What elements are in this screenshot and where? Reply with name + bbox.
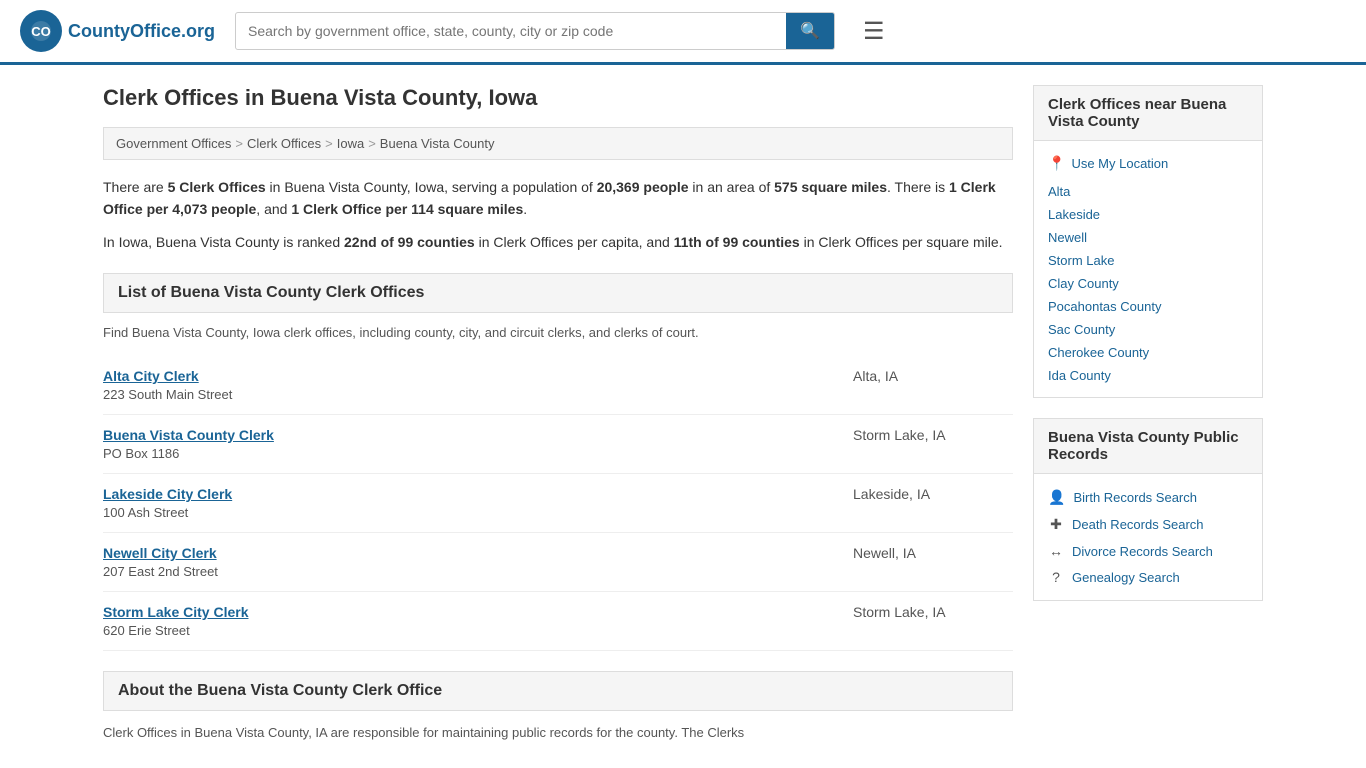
clerk-name-4[interactable]: Storm Lake City Clerk: [103, 604, 249, 620]
sidebar-link-lakeside[interactable]: Lakeside: [1048, 203, 1248, 226]
clerk-item-0: Alta City Clerk 223 South Main Street Al…: [103, 356, 1013, 415]
breadcrumb-sep-3: >: [368, 136, 376, 151]
clerk-item-2: Lakeside City Clerk 100 Ash Street Lakes…: [103, 474, 1013, 533]
divorce-icon: ↔: [1048, 543, 1064, 559]
clerk-address-1: PO Box 1186: [103, 446, 274, 461]
sidebar-link-newell[interactable]: Newell: [1048, 226, 1248, 249]
sidebar-nearby-content: 📍 Use My Location Alta Lakeside Newell S…: [1033, 141, 1263, 398]
clerk-list: Alta City Clerk 223 South Main Street Al…: [103, 356, 1013, 651]
logo[interactable]: CO CountyOffice.org: [20, 10, 215, 52]
breadcrumb: Government Offices > Clerk Offices > Iow…: [103, 127, 1013, 160]
search-input[interactable]: [236, 15, 786, 47]
logo-suffix: .org: [181, 21, 215, 41]
sidebar-link-ida-county[interactable]: Ida County: [1048, 364, 1248, 387]
search-button[interactable]: 🔍: [786, 13, 834, 49]
genealogy-label: Genealogy Search: [1072, 570, 1180, 585]
clerk-address-2: 100 Ash Street: [103, 505, 232, 520]
logo-icon: CO: [20, 10, 62, 52]
sidebar-link-clay-county[interactable]: Clay County: [1048, 272, 1248, 295]
location-pin-icon: 📍: [1048, 155, 1065, 172]
search-area: 🔍: [235, 12, 835, 50]
divorce-records-label: Divorce Records Search: [1072, 544, 1213, 559]
sidebar-nearby-section: Clerk Offices near Buena Vista County 📍 …: [1033, 85, 1263, 398]
sidebar-link-pocahontas-county[interactable]: Pocahontas County: [1048, 295, 1248, 318]
clerk-city-2: Lakeside, IA: [853, 486, 1013, 502]
list-section-header: List of Buena Vista County Clerk Offices: [103, 273, 1013, 313]
birth-icon: 👤: [1048, 489, 1065, 506]
sidebar-records-header: Buena Vista County Public Records: [1033, 418, 1263, 474]
clerk-name-2[interactable]: Lakeside City Clerk: [103, 486, 232, 502]
breadcrumb-item-iowa[interactable]: Iowa: [337, 136, 364, 151]
content-area: Clerk Offices in Buena Vista County, Iow…: [103, 85, 1013, 743]
birth-records-link[interactable]: 👤 Birth Records Search: [1048, 484, 1248, 511]
breadcrumb-item-clerk[interactable]: Clerk Offices: [247, 136, 321, 151]
page-title: Clerk Offices in Buena Vista County, Iow…: [103, 85, 1013, 111]
about-section-header: About the Buena Vista County Clerk Offic…: [103, 671, 1013, 711]
sidebar-link-cherokee-county[interactable]: Cherokee County: [1048, 341, 1248, 364]
clerk-name-0[interactable]: Alta City Clerk: [103, 368, 199, 384]
logo-text: CountyOffice.org: [68, 21, 215, 42]
clerk-item-3: Newell City Clerk 207 East 2nd Street Ne…: [103, 533, 1013, 592]
sidebar-link-alta[interactable]: Alta: [1048, 180, 1248, 203]
use-my-location-item[interactable]: 📍 Use My Location: [1048, 151, 1248, 176]
description-paragraph-2: In Iowa, Buena Vista County is ranked 22…: [103, 231, 1013, 253]
death-icon: ✚: [1048, 516, 1064, 533]
divorce-records-link[interactable]: ↔ Divorce Records Search: [1048, 538, 1248, 564]
breadcrumb-sep-2: >: [325, 136, 333, 151]
logo-name: CountyOffice: [68, 21, 181, 41]
death-records-link[interactable]: ✚ Death Records Search: [1048, 511, 1248, 538]
death-records-label: Death Records Search: [1072, 517, 1204, 532]
sidebar-records-section: Buena Vista County Public Records 👤 Birt…: [1033, 418, 1263, 601]
sidebar-link-sac-county[interactable]: Sac County: [1048, 318, 1248, 341]
clerk-item-1: Buena Vista County Clerk PO Box 1186 Sto…: [103, 415, 1013, 474]
clerk-city-4: Storm Lake, IA: [853, 604, 1013, 620]
list-description: Find Buena Vista County, Iowa clerk offi…: [103, 325, 1013, 340]
clerk-address-0: 223 South Main Street: [103, 387, 232, 402]
header: CO CountyOffice.org 🔍 ☰: [0, 0, 1366, 65]
genealogy-icon: ?: [1048, 569, 1064, 585]
breadcrumb-item-gov[interactable]: Government Offices: [116, 136, 231, 151]
breadcrumb-item-county[interactable]: Buena Vista County: [380, 136, 495, 151]
main-container: Clerk Offices in Buena Vista County, Iow…: [83, 65, 1283, 763]
description-paragraph-1: There are 5 Clerk Offices in Buena Vista…: [103, 176, 1013, 221]
birth-records-label: Birth Records Search: [1073, 490, 1197, 505]
sidebar: Clerk Offices near Buena Vista County 📍 …: [1033, 85, 1263, 743]
about-text: Clerk Offices in Buena Vista County, IA …: [103, 723, 1013, 743]
breadcrumb-sep-1: >: [235, 136, 243, 151]
about-section: About the Buena Vista County Clerk Offic…: [103, 671, 1013, 743]
genealogy-link[interactable]: ? Genealogy Search: [1048, 564, 1248, 590]
use-my-location-link[interactable]: Use My Location: [1071, 156, 1168, 171]
sidebar-link-storm-lake[interactable]: Storm Lake: [1048, 249, 1248, 272]
clerk-city-0: Alta, IA: [853, 368, 1013, 384]
clerk-address-3: 207 East 2nd Street: [103, 564, 218, 579]
clerk-name-3[interactable]: Newell City Clerk: [103, 545, 217, 561]
sidebar-nearby-header: Clerk Offices near Buena Vista County: [1033, 85, 1263, 141]
clerk-item-4: Storm Lake City Clerk 620 Erie Street St…: [103, 592, 1013, 651]
svg-text:CO: CO: [31, 24, 51, 39]
clerk-name-1[interactable]: Buena Vista County Clerk: [103, 427, 274, 443]
clerk-city-3: Newell, IA: [853, 545, 1013, 561]
menu-button[interactable]: ☰: [855, 13, 893, 50]
clerk-city-1: Storm Lake, IA: [853, 427, 1013, 443]
sidebar-records-content: 👤 Birth Records Search ✚ Death Records S…: [1033, 474, 1263, 601]
clerk-address-4: 620 Erie Street: [103, 623, 249, 638]
